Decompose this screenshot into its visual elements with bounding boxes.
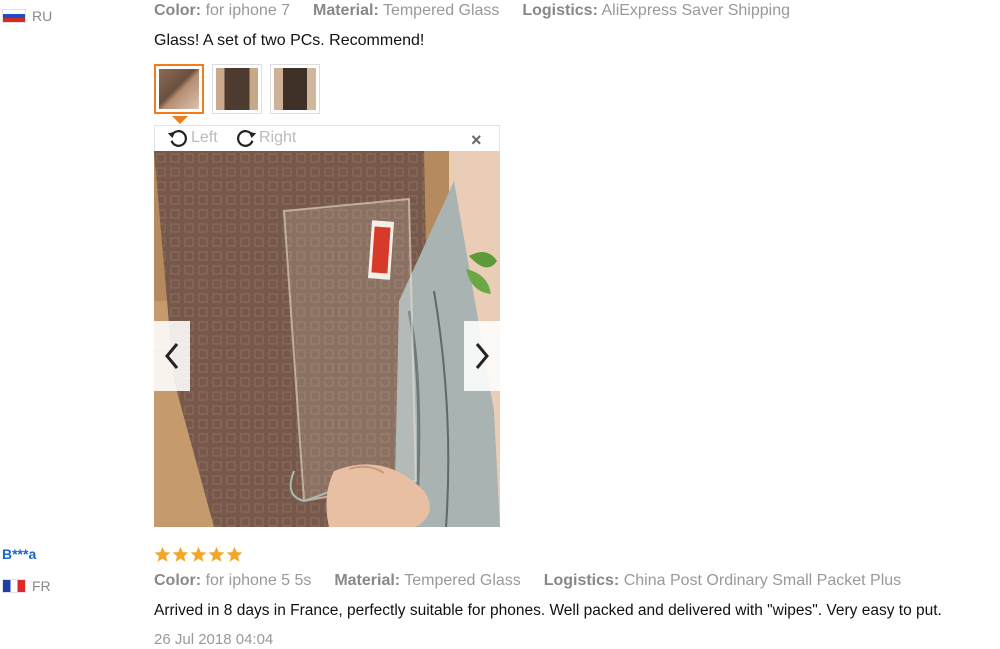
rotate-left-icon xyxy=(167,130,187,147)
next-photo-button[interactable] xyxy=(464,321,500,391)
photo-image xyxy=(216,68,258,110)
attr-label: Color: xyxy=(154,2,202,19)
attr-value: Tempered Glass xyxy=(404,572,521,589)
review-photo-large xyxy=(154,151,500,527)
attr-value: Tempered Glass xyxy=(382,2,500,19)
attr-value: for iphone 5 5s xyxy=(205,572,312,589)
review-photo-thumbnail[interactable] xyxy=(212,64,262,114)
attr-label: Logistics: xyxy=(543,572,620,589)
attr-label: Logistics: xyxy=(522,2,598,19)
country-ru: RU xyxy=(2,8,52,24)
photo-image xyxy=(159,69,199,109)
star-rating xyxy=(154,546,243,563)
chevron-right-icon xyxy=(475,343,489,369)
star-icon xyxy=(154,546,171,562)
attr-label: Color: xyxy=(154,572,202,589)
attr-value: for iphone 7 xyxy=(205,2,291,19)
photo-image xyxy=(274,68,316,110)
review-date: 26 Jul 2018 04:04 xyxy=(154,631,274,648)
previous-photo-button[interactable] xyxy=(154,321,190,391)
close-viewer-button[interactable]: × xyxy=(471,131,482,149)
review-photo-thumbnail[interactable] xyxy=(154,64,204,114)
reviewer-name[interactable]: B***a xyxy=(2,546,36,562)
star-icon xyxy=(208,546,225,562)
star-icon xyxy=(226,546,243,562)
rotate-left-button[interactable]: Left xyxy=(167,127,218,149)
photo-image xyxy=(154,151,500,527)
france-flag-icon xyxy=(2,579,26,593)
attr-label: Material: xyxy=(334,572,401,589)
review-text: Arrived in 8 days in France, perfectly s… xyxy=(154,602,942,619)
rotate-left-label: Left xyxy=(191,129,218,146)
country-code: RU xyxy=(32,8,53,24)
country-code: FR xyxy=(32,578,51,594)
rotate-right-icon xyxy=(237,130,257,147)
attr-value: AliExpress Saver Shipping xyxy=(601,2,791,19)
photo-viewer-toolbar: Left Right × xyxy=(154,125,500,151)
review-attributes: Color: for iphone 7 Material: Tempered G… xyxy=(154,2,790,20)
star-icon xyxy=(172,546,189,562)
active-thumbnail-pointer xyxy=(172,116,188,124)
attr-value: China Post Ordinary Small Packet Plus xyxy=(623,572,902,589)
country-fr: FR xyxy=(2,578,51,594)
chevron-left-icon xyxy=(165,343,179,369)
russia-flag-icon xyxy=(2,9,26,23)
review-photo-thumbnail[interactable] xyxy=(270,64,320,114)
rotate-right-label: Right xyxy=(259,129,297,146)
review-attributes: Color: for iphone 5 5s Material: Tempere… xyxy=(154,572,901,590)
attr-label: Material: xyxy=(312,2,379,19)
star-icon xyxy=(190,546,207,562)
review-text: Glass! A set of two PCs. Recommend! xyxy=(154,32,425,49)
rotate-right-button[interactable]: Right xyxy=(235,127,296,149)
